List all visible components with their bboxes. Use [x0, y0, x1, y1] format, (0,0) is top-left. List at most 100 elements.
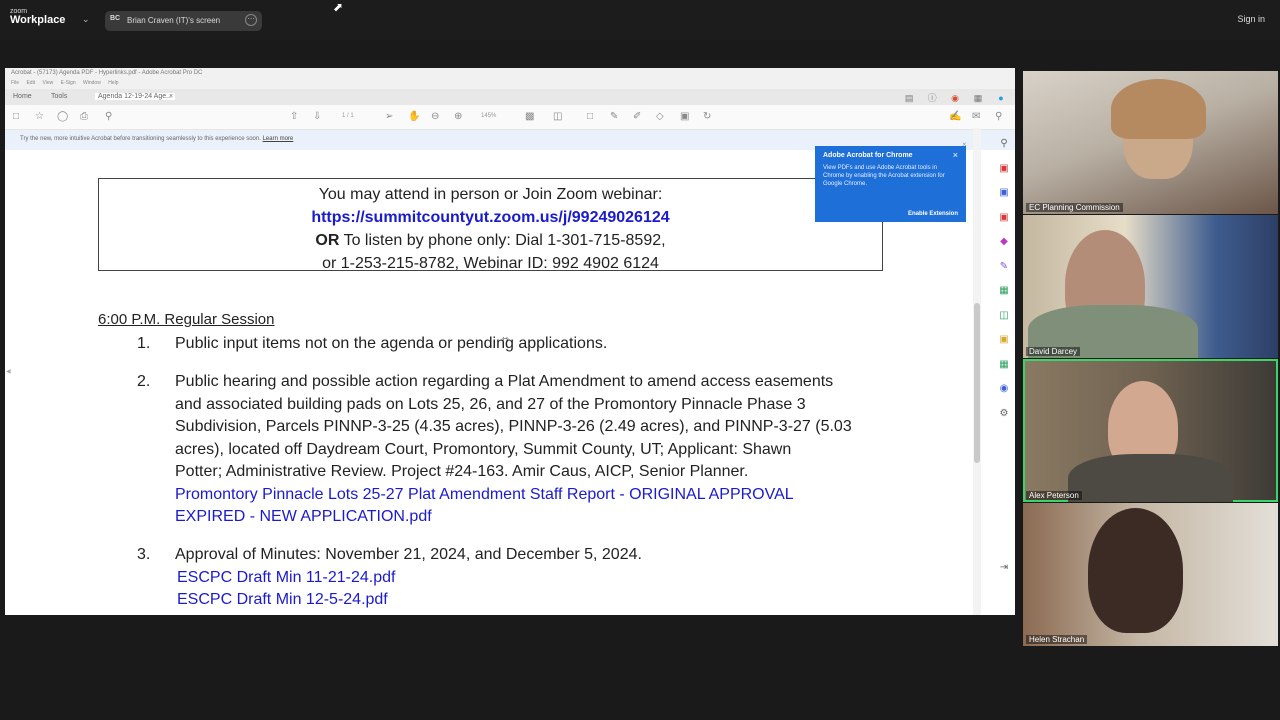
learn-more-link[interactable]: Learn more — [263, 136, 294, 142]
profile-icon[interactable]: ● — [995, 93, 1007, 103]
participant-name: David Darcey — [1026, 347, 1081, 356]
agenda-item-line: and associated building pads on Lots 25,… — [175, 395, 806, 413]
fill-sign-icon[interactable]: ✎ — [993, 261, 1015, 286]
close-icon[interactable]: × — [953, 150, 958, 160]
expand-panel-icon[interactable]: ⇥ — [993, 562, 1015, 587]
participant-tile-alex[interactable]: Alex Peterson — [1023, 359, 1278, 502]
close-tab-icon[interactable]: × — [169, 93, 173, 100]
search-document-icon[interactable]: ⚲ — [995, 111, 1002, 122]
shared-screen: Acrobat - (57173) Agenda PDF - Hyperlink… — [5, 68, 1015, 615]
protect-icon[interactable]: ◉ — [993, 383, 1015, 408]
select-cursor-icon[interactable]: ➢ — [385, 111, 393, 122]
menu-item-file[interactable]: File — [11, 80, 19, 86]
more-tools-icon[interactable]: ⚙ — [993, 408, 1015, 433]
edit-sign-icon[interactable]: ✍ — [949, 111, 961, 122]
screen-share-label: Brian Craven (IT)'s screen — [127, 16, 221, 25]
page-indicator[interactable]: 1 / 1 — [342, 113, 354, 119]
notification-icon[interactable]: ◉ — [949, 93, 961, 104]
attend-line: You may attend in person or Join Zoom we… — [318, 186, 663, 203]
acrobat-extension-popup: Adobe Acrobat for Chrome View PDFs and u… — [815, 146, 966, 222]
create-icon[interactable]: □ — [13, 111, 19, 122]
phone-line-text: To listen by phone only: Dial 1-301-715-… — [343, 232, 666, 249]
participant-tile-david[interactable]: David Darcey — [1023, 215, 1278, 358]
participant-hair — [1111, 79, 1206, 139]
zoom-webinar-link[interactable]: https://summitcountyut.zoom.us/j/9924902… — [99, 206, 882, 229]
compress-icon[interactable]: ◫ — [993, 310, 1015, 335]
organize-pages-icon[interactable]: ▦ — [993, 285, 1015, 310]
agenda-item-text: Public input items not on the agenda or … — [175, 335, 608, 352]
bookmark-star-icon[interactable]: ☆ — [35, 111, 44, 122]
agenda-item-line: Subdivision, Parcels PINNP-3-25 (4.35 ac… — [175, 418, 852, 435]
tab-document[interactable]: Agenda 12-19-24 Age... — [95, 93, 175, 100]
vertical-scrollbar[interactable] — [973, 128, 981, 615]
fit-page-icon[interactable]: ▩ — [525, 111, 534, 122]
close-icon[interactable]: × — [962, 140, 967, 149]
agenda-item-number: 1. — [137, 335, 151, 352]
minutes-link-dec[interactable]: ESCPC Draft Min 12-5-24.pdf — [177, 589, 642, 612]
more-options-icon[interactable]: ⋯ — [245, 14, 257, 26]
chevron-down-icon[interactable]: ⌄ — [82, 14, 90, 25]
pdf-toolbar: □ ☆ ◯ ⎙ ⚲ ⇧ ⇩ 1 / 1 ➢ ✋ ⊖ ⊕ 145% ▩ ◫ □ ✎… — [5, 105, 1015, 130]
menu-item-help[interactable]: Help — [108, 80, 118, 86]
menu-item-esign[interactable]: E-Sign — [61, 80, 76, 86]
edit-pdf-icon[interactable]: ▣ — [993, 187, 1015, 212]
zoom-search-icon[interactable]: ⚲ — [993, 138, 1015, 163]
screen-share-pill[interactable]: BC Brian Craven (IT)'s screen ⋯ — [105, 11, 262, 31]
tools-rail: ⚲ ▣ ▣ ▣ ◆ ✎ ▦ ◫ ▣ ▦ ◉ ⚙ ⇥ — [993, 138, 1015, 615]
next-page-icon[interactable]: ⇩ — [313, 111, 321, 122]
stamp-icon[interactable]: ◇ — [656, 111, 664, 122]
menu-item-view[interactable]: View — [42, 80, 53, 86]
scan-icon[interactable]: ▦ — [993, 359, 1015, 384]
agenda-item-number: 2. — [137, 373, 151, 390]
participant-name: Helen Strachan — [1026, 635, 1088, 644]
create-pdf-icon[interactable]: ▣ — [993, 212, 1015, 237]
participant-tile-helen[interactable]: Helen Strachan — [1023, 503, 1278, 646]
highlight-icon[interactable]: ✐ — [633, 111, 641, 122]
sign-in-link[interactable]: Sign in — [1237, 14, 1265, 24]
tab-bar-icons: ▤ ⓘ ◉ ▦ ● — [894, 91, 1007, 104]
menu-item-window[interactable]: Window — [83, 80, 101, 86]
tab-tools[interactable]: Tools — [51, 93, 67, 100]
agenda-item-2: 2. Public hearing and possible action re… — [137, 371, 917, 531]
zoom-out-icon[interactable]: ⊖ — [431, 111, 439, 122]
export-pdf-icon[interactable]: ▣ — [993, 163, 1015, 188]
staff-report-link-cont[interactable]: EXPIRED - NEW APPLICATION.pdf — [175, 506, 852, 529]
upload-icon[interactable]: ◯ — [57, 111, 68, 122]
staff-report-link[interactable]: Promontory Pinnacle Lots 25-27 Plat Amen… — [175, 484, 852, 507]
participant-tile-ec-planning[interactable]: EC Planning Commission — [1023, 71, 1278, 214]
delete-icon[interactable]: ▣ — [680, 111, 689, 122]
rotate-icon[interactable]: ↻ — [703, 111, 711, 122]
enable-extension-button[interactable]: Enable Extension — [908, 211, 958, 217]
zoom-top-bar: zoom Workplace ⌄ BC Brian Craven (IT)'s … — [0, 0, 1280, 40]
minutes-link-nov[interactable]: ESCPC Draft Min 11-21-24.pdf — [177, 567, 642, 590]
participant-shirt — [1068, 454, 1233, 502]
zoom-in-icon[interactable]: ⊕ — [454, 111, 462, 122]
scroll-mode-icon[interactable]: ◫ — [553, 111, 562, 122]
agenda-item-text: Approval of Minutes: November 21, 2024, … — [175, 546, 642, 563]
email-icon[interactable]: ✉ — [972, 111, 980, 122]
pen-icon[interactable]: ✎ — [610, 111, 618, 122]
search-icon[interactable]: ⚲ — [105, 111, 112, 122]
participant-name: Alex Peterson — [1026, 491, 1082, 500]
menu-item-edit[interactable]: Edit — [26, 80, 35, 86]
prev-page-icon[interactable]: ⇧ — [290, 111, 298, 122]
phone-line: OR To listen by phone only: Dial 1-301-7… — [99, 229, 882, 252]
zoom-level[interactable]: 145% — [481, 113, 496, 119]
tab-bar: Home Tools Agenda 12-19-24 Age... × ▤ ⓘ … — [5, 89, 1015, 105]
share-icon[interactable]: ▤ — [903, 93, 915, 104]
collapse-left-icon[interactable]: ◀ — [6, 368, 11, 375]
agenda-item-3: 3. Approval of Minutes: November 21, 202… — [137, 544, 897, 614]
combine-files-icon[interactable]: ◆ — [993, 236, 1015, 261]
zoom-logo-line2: Workplace — [10, 14, 66, 26]
comment-rail-icon[interactable]: ▣ — [993, 334, 1015, 359]
print-icon[interactable]: ⎙ — [80, 111, 88, 122]
agenda-item-1: 1. Public input items not on the agenda … — [137, 333, 897, 357]
or-label: OR — [315, 232, 340, 249]
comment-icon[interactable]: □ — [587, 111, 593, 122]
scrollbar-thumb[interactable] — [974, 303, 980, 463]
hand-tool-icon[interactable]: ✋ — [408, 111, 420, 122]
apps-grid-icon[interactable]: ▦ — [972, 93, 984, 104]
participant-video — [1088, 508, 1183, 633]
tab-home[interactable]: Home — [13, 93, 32, 100]
help-icon[interactable]: ⓘ — [926, 91, 938, 104]
